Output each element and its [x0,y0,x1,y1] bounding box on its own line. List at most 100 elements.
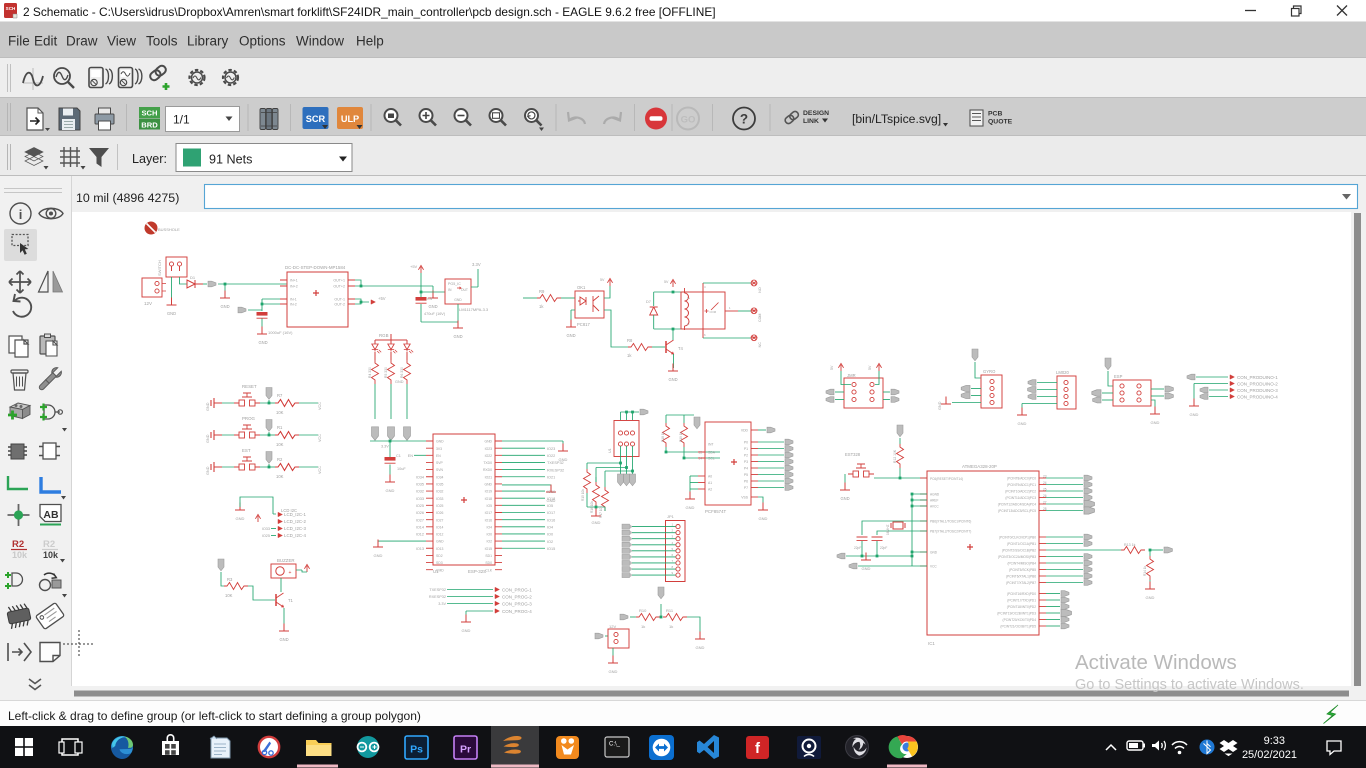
svg-text:13: 13 [698,451,702,455]
svg-text:GND: GND [566,333,575,338]
svg-text:16MHZ: 16MHZ [886,524,890,535]
svg-text:(PCINT18/INT0)PD2: (PCINT18/INT0)PD2 [1007,605,1036,609]
svg-text:AB: AB [43,509,59,521]
svg-text:INT: INT [708,443,713,447]
svg-text:PCF8574T: PCF8574T [705,509,727,514]
svg-text:24: 24 [1043,481,1047,485]
svg-text:GND: GND [206,466,210,475]
svg-text:LCD_I2C-4: LCD_I2C-4 [284,533,307,538]
svg-text:U1: U1 [608,448,612,453]
svg-text:5V: 5V [830,365,834,370]
svg-text:Tools: Tools [146,34,178,49]
svg-text:R16 10k: R16 10k [590,501,594,513]
svg-text:(PCINT17/TXD)PD1: (PCINT17/TXD)PD1 [1007,599,1036,603]
svg-text:IO34: IO34 [436,475,443,479]
svg-text:P0: P0 [744,441,748,445]
svg-text:VSS: VSS [741,496,749,500]
svg-text:CLK: CLK [485,568,492,572]
svg-text:3.3V: 3.3V [438,602,446,606]
svg-text:GND: GND [592,520,601,525]
svg-text:(PCINT19/OC2B/INT1)PD3: (PCINT19/OC2B/INT1)PD3 [997,612,1036,616]
svg-text:LCD_I2C-1: LCD_I2C-1 [284,512,307,517]
svg-text:OUT-1: OUT-1 [334,298,345,302]
svg-text:Options: Options [239,34,286,49]
svg-text:SVP: SVP [436,461,444,465]
svg-text:IO5: IO5 [487,504,493,508]
svg-text:IN: IN [448,288,452,292]
svg-text:3.3V: 3.3V [381,445,389,449]
svg-text:GND: GND [609,669,618,674]
svg-text:GO: GO [681,115,696,126]
svg-text:AREF: AREF [930,499,939,503]
svg-text:IO34: IO34 [416,475,424,479]
svg-text:IO2: IO2 [547,540,553,544]
svg-text:25: 25 [1043,488,1047,492]
svg-text:IO22: IO22 [485,454,492,458]
svg-text:3.3V: 3.3V [472,262,481,267]
svg-text:GND: GND [436,540,444,544]
svg-text:P6: P6 [744,480,748,484]
svg-text:+: + [289,570,292,576]
svg-text:P7: P7 [744,486,748,490]
svg-text:GND: GND [696,645,705,650]
svg-text:IO12: IO12 [436,533,443,537]
svg-text:GND: GND [206,434,210,443]
svg-text:(PCINT1/OC1A)PB1: (PCINT1/OC1A)PB1 [1007,542,1036,546]
svg-text:SD2: SD2 [436,554,443,558]
svg-text:IO4: IO4 [487,525,493,529]
svg-text:R4 330: R4 330 [368,367,372,378]
svg-text:R10: R10 [639,608,647,613]
svg-text:IN-1: IN-1 [290,298,297,302]
svg-text:IO15: IO15 [547,547,555,551]
svg-text:NO: NO [758,287,762,293]
svg-text:R7: R7 [277,393,283,398]
svg-text:IO18: IO18 [485,497,492,501]
svg-text:GND: GND [759,516,768,521]
svg-text:EN: EN [436,454,441,458]
svg-text:IO26: IO26 [436,511,443,515]
svg-text:COM: COM [710,310,717,314]
svg-text:C1: C1 [396,454,401,458]
svg-text:GND: GND [862,566,871,571]
svg-text:(PCINT8/ADC0)PC0: (PCINT8/ADC0)PC0 [1007,477,1036,481]
svg-text:IO27: IO27 [416,518,424,522]
svg-text:Library: Library [187,34,229,49]
svg-text:C:\_: C:\_ [609,742,621,748]
svg-text:SD1: SD1 [485,554,492,558]
svg-text:GYRO: GYRO [983,369,996,374]
svg-text:IO25: IO25 [416,504,424,508]
svg-text:A0: A0 [708,475,712,479]
svg-text:IO35: IO35 [436,483,443,487]
svg-text:IO27: IO27 [436,518,443,522]
svg-text:GND: GND [484,440,492,444]
svg-text:IO32: IO32 [436,490,443,494]
svg-text:R8: R8 [627,338,633,343]
svg-text:1k: 1k [641,624,645,629]
svg-text:TXESP32: TXESP32 [429,588,446,592]
svg-text:Activate Windows: Activate Windows [1075,651,1237,674]
svg-text:R2: R2 [277,457,283,462]
svg-text:GND: GND [484,483,492,487]
svg-text:ULP: ULP [341,114,359,124]
svg-text:AVCC: AVCC [930,505,939,509]
svg-text:R5 330: R5 330 [384,367,388,378]
svg-text:IO5: IO5 [547,504,553,508]
svg-text:10k: 10k [43,550,59,560]
svg-text:IO25: IO25 [436,504,443,508]
svg-text:12V: 12V [609,624,616,629]
svg-text:IO25: IO25 [262,534,270,538]
svg-text:View: View [107,34,136,49]
svg-text:P3: P3 [744,460,748,464]
svg-text:2-: 2- [687,322,690,326]
svg-text:IO19: IO19 [547,490,555,494]
svg-text:1k: 1k [669,624,673,629]
svg-text:GND: GND [386,488,395,493]
svg-text:1000uF (16V): 1000uF (16V) [268,330,293,335]
svg-text:470uF (16V): 470uF (16V) [424,312,446,316]
svg-text:GND: GND [1018,421,1027,426]
svg-text:PC6(RESET/PCINT14): PC6(RESET/PCINT14) [930,477,963,481]
svg-text:P4: P4 [744,467,748,471]
svg-text:CMD: CMD [436,568,444,572]
svg-text:SCH: SCH [6,6,16,11]
svg-text:(PCINT0/CLKO/ICP1)PB0: (PCINT0/CLKO/ICP1)PB0 [999,536,1036,540]
